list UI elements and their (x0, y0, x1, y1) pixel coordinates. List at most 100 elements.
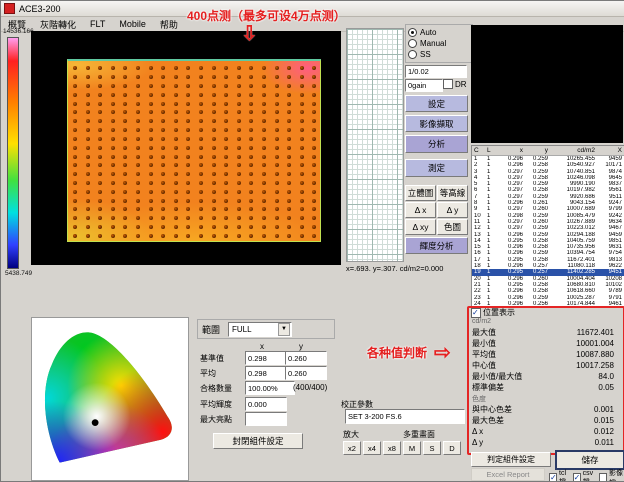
menu-item[interactable]: Mobile (112, 19, 153, 29)
measurement-point (212, 110, 216, 114)
measurement-point (149, 75, 153, 79)
measurement-point (86, 216, 90, 220)
reference-x-field[interactable]: 0.298 (245, 351, 287, 365)
measurement-point (275, 207, 279, 211)
measurement-point (300, 163, 304, 167)
measurement-point (300, 110, 304, 114)
zoom-x4-button[interactable]: x4 (363, 441, 381, 455)
radio-option-ss[interactable]: SS (408, 49, 470, 60)
analyze-button[interactable]: 分析 (405, 135, 468, 153)
measurement-point (73, 146, 77, 150)
save-button[interactable]: 儲存 (555, 450, 624, 470)
delta-x-button[interactable]: Δ x (405, 202, 436, 218)
measurement-point (275, 190, 279, 194)
measurement-point (186, 119, 190, 123)
menu-item[interactable]: 帮助 (153, 18, 185, 31)
chevron-down-icon[interactable] (278, 323, 290, 336)
stereo-view-button[interactable]: 立體圖 (405, 185, 436, 201)
measurement-point (287, 216, 291, 220)
file-checkbox-tcl檔[interactable]: tcl檔 (549, 470, 570, 482)
measurement-point (174, 163, 178, 167)
measure-button[interactable]: 測定 (405, 159, 468, 177)
measurement-point (224, 216, 228, 220)
measurement-point (111, 146, 115, 150)
measurement-point (161, 225, 165, 229)
measurement-point (262, 128, 266, 132)
cie-chromaticity-diagram (32, 318, 186, 478)
zoom-x8-button[interactable]: x8 (383, 441, 401, 455)
measurement-point (186, 207, 190, 211)
file-checkbox-csv檔[interactable]: csv檔 (573, 470, 596, 482)
measurement-point (161, 119, 165, 123)
column-y-label: y (299, 342, 303, 351)
measurement-point (174, 102, 178, 106)
excel-report-button[interactable]: Excel Report (471, 468, 545, 481)
measurement-point (73, 66, 77, 70)
measurement-point (249, 225, 253, 229)
measurement-point (212, 84, 216, 88)
multiview-m-button[interactable]: M (403, 441, 421, 455)
radio-option-manual[interactable]: Manual (408, 38, 470, 49)
measurement-point (161, 216, 165, 220)
range-select[interactable]: FULL (228, 322, 292, 337)
measurement-point (111, 181, 115, 185)
settings-button[interactable]: 設定 (405, 95, 468, 112)
measurement-point (123, 119, 127, 123)
measurement-point (300, 84, 304, 88)
measurement-point (123, 234, 127, 238)
multiview-s-button[interactable]: S (423, 441, 441, 455)
colormap-button[interactable]: 色圖 (437, 219, 468, 235)
measurement-point (111, 102, 115, 106)
heatmap[interactable] (67, 59, 321, 242)
judge-component-settings-button[interactable]: 判定組件設定 (471, 452, 551, 467)
measurement-point (149, 119, 153, 123)
measurement-point (262, 225, 266, 229)
measurement-point (136, 181, 140, 185)
reference-y-field[interactable]: 0.260 (285, 351, 327, 365)
measurement-point (237, 163, 241, 167)
measurement-point (161, 172, 165, 176)
measurement-point (224, 172, 228, 176)
checkbox-label: tcl檔 (559, 470, 570, 482)
measurement-point (312, 155, 316, 159)
measurement-point (275, 137, 279, 141)
delta-xy-button[interactable]: Δ xy (405, 219, 436, 235)
measurement-point (199, 119, 203, 123)
measurement-point (86, 66, 90, 70)
measurement-point (86, 84, 90, 88)
multiview-d-button[interactable]: D (443, 441, 461, 455)
result-value: 10087.880 (576, 350, 618, 359)
menu-item[interactable]: FLT (83, 19, 112, 29)
result-row: 最小值10001.004 (472, 338, 618, 349)
gain-field[interactable]: 0gain (405, 79, 443, 92)
measurement-point (86, 75, 90, 79)
luminance-analysis-button[interactable]: 輝度分析 (405, 237, 468, 254)
delta-y-button[interactable]: Δ y (437, 202, 468, 218)
measurement-point (237, 110, 241, 114)
measurement-point (86, 119, 90, 123)
result-value: 0.05 (598, 383, 618, 392)
exposure-field[interactable]: 1/0.02 (405, 65, 467, 78)
sealed-component-settings-button[interactable]: 封閉組件設定 (213, 433, 303, 449)
menu-item[interactable]: 灰階轉化 (33, 18, 83, 31)
image-capture-button[interactable]: 影像擷取 (405, 115, 468, 132)
radio-option-auto[interactable]: Auto (408, 27, 470, 38)
zoom-x2-button[interactable]: x2 (343, 441, 361, 455)
annotation-point-count: 400点测（最多可设4万点测） (187, 7, 346, 24)
measurement-point (111, 225, 115, 229)
measurement-point (161, 66, 165, 70)
dr-checkbox[interactable]: DR (443, 79, 467, 89)
measurement-point (275, 110, 279, 114)
measurement-point (237, 102, 241, 106)
result-value: 10017.258 (576, 361, 618, 370)
calibration-value-field[interactable]: SET 3-200 FS.6 (345, 409, 465, 424)
measurement-point (312, 199, 316, 203)
measurement-point (73, 93, 77, 97)
measurement-point (224, 190, 228, 194)
contour-button[interactable]: 等高線 (437, 185, 468, 201)
result-label: 最大值 (472, 327, 496, 338)
measurement-point (123, 84, 127, 88)
measurement-point (123, 172, 127, 176)
measurement-point (224, 225, 228, 229)
measurement-point (123, 163, 127, 167)
